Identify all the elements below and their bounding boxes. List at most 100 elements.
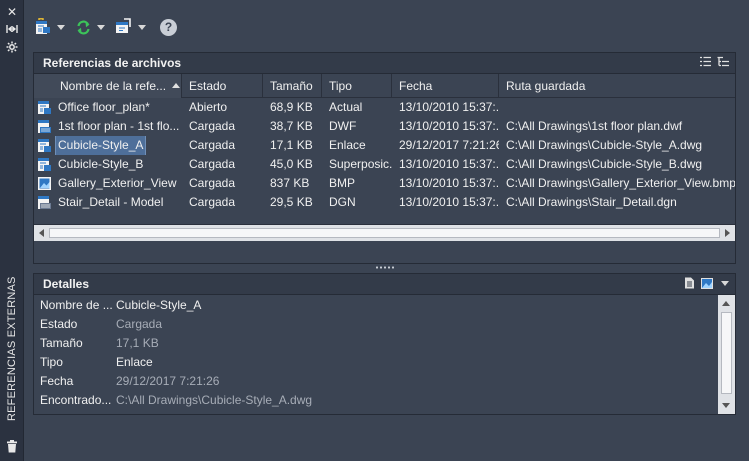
details-value: C:\All Drawings\Cubicle-Style_A.dwg	[116, 392, 313, 407]
table-row[interactable]: Cubicle-Style_A Cargada 17,1 KB Enlace 29/12…	[34, 136, 735, 155]
cell-size: 29,5 KB	[270, 195, 313, 209]
table-row[interactable]: 1st floor plan - 1st flo... Cargada 38,7 K…	[34, 117, 735, 136]
details-label: Fecha	[40, 373, 74, 388]
reference-name: Cubicle-Style_A	[54, 136, 147, 155]
column-date-label: Fecha	[399, 79, 433, 93]
dwg-icon	[37, 100, 52, 115]
cell-name: Stair_Detail - Model	[34, 193, 182, 212]
refresh-icon	[77, 20, 90, 34]
column-status-label: Estado	[189, 79, 227, 93]
palette-title-text: REFERENCIAS EXTERNAS	[6, 276, 18, 421]
preview-view-icon[interactable]	[701, 277, 713, 289]
cell-path: C:\All Drawings\Stair_Detail.dgn	[506, 195, 677, 209]
scroll-right-arrow[interactable]	[725, 229, 730, 237]
details-value: 17,1 KB	[116, 335, 159, 350]
file-references-list: Office floor_plan* Abierto 68,9 KB Actual 13…	[34, 98, 735, 241]
close-icon[interactable]: ✕	[4, 5, 20, 19]
horizontal-scroll-thumb[interactable]	[49, 228, 720, 238]
vertical-scrollbar[interactable]	[718, 295, 735, 414]
palette-side-bar: ✕ REFERENCIAS EXTERNAS	[0, 0, 24, 461]
refresh-dropdown-caret[interactable]	[97, 24, 105, 30]
cell-status: Cargada	[189, 176, 236, 190]
column-name[interactable]: Nombre de la refe...	[34, 74, 182, 98]
cell-type: Superposic...	[329, 157, 392, 171]
cell-size: 837 KB	[270, 176, 310, 190]
cell-size: 45,0 KB	[270, 157, 313, 171]
attach-dwg-icon	[36, 18, 50, 34]
cell-date: 13/10/2010 15:37:...	[399, 157, 499, 171]
reference-name: Gallery_Exterior_View	[58, 176, 177, 190]
reference-name: Office floor_plan*	[58, 100, 150, 114]
column-size-label: Tamaño	[270, 79, 313, 93]
change-path-button[interactable]	[113, 15, 148, 39]
dgn-icon	[37, 195, 52, 210]
list-view-icon[interactable]	[700, 56, 711, 67]
column-date[interactable]: Fecha	[392, 74, 499, 98]
cell-type: DWF	[329, 119, 357, 133]
details-title: Detalles	[43, 277, 90, 291]
cell-path: C:\All Drawings\1st floor plan.dwf	[506, 119, 683, 133]
cell-name: 1st floor plan - 1st flo...	[34, 117, 182, 136]
attach-dwg-button[interactable]	[32, 15, 67, 39]
autohide-icon[interactable]	[4, 23, 20, 37]
details-label: Encontrado...	[40, 392, 112, 407]
cell-name: Cubicle-Style_B	[34, 155, 182, 174]
details-panel: Detalles Nombre de ... Cubicle-Style_A Est…	[33, 273, 736, 415]
details-dropdown-caret[interactable]	[721, 280, 729, 286]
palette-title: REFERENCIAS EXTERNAS	[2, 253, 22, 433]
column-status[interactable]: Estado	[182, 74, 263, 98]
scroll-up-arrow[interactable]	[722, 301, 730, 306]
cell-date: 13/10/2010 15:37:...	[399, 176, 499, 190]
cell-status: Cargada	[189, 119, 236, 133]
properties-gear-icon[interactable]	[4, 41, 20, 55]
details-row: Nombre de ... Cubicle-Style_A	[34, 295, 735, 314]
details-value: Cargada	[116, 316, 163, 331]
cell-date: 13/10/2010 15:37:...	[399, 119, 499, 133]
details-label: Estado	[40, 316, 78, 331]
cell-path: C:\All Drawings\Cubicle-Style_B.dwg	[506, 157, 703, 171]
table-row[interactable]: Office floor_plan* Abierto 68,9 KB Actual 13…	[34, 98, 735, 117]
cell-type: DGN	[329, 195, 356, 209]
toolbar: ?	[32, 14, 177, 40]
change-path-dropdown-caret[interactable]	[138, 24, 146, 30]
cell-status: Cargada	[189, 157, 236, 171]
scroll-down-arrow[interactable]	[722, 403, 730, 408]
column-type-label: Tipo	[329, 79, 352, 93]
table-row[interactable]: Cubicle-Style_B Cargada 45,0 KB Superposic.…	[34, 155, 735, 174]
column-saved-path[interactable]: Ruta guardada	[499, 74, 735, 98]
details-label: Nombre de ...	[40, 297, 113, 312]
cell-name: Office floor_plan*	[34, 98, 182, 117]
cell-date: 13/10/2010 15:37:...	[399, 195, 499, 209]
file-references-header: Referencias de archivos	[34, 53, 735, 74]
scroll-left-arrow[interactable]	[39, 229, 44, 237]
column-saved-path-label: Ruta guardada	[506, 79, 586, 93]
details-row: Fecha 29/12/2017 7:21:26	[34, 371, 735, 390]
file-references-title: Referencias de archivos	[43, 56, 182, 70]
cell-type: Actual	[329, 100, 363, 114]
details-value: Cubicle-Style_A	[116, 297, 202, 312]
tree-view-icon[interactable]	[717, 56, 729, 67]
sort-ascending-icon	[172, 83, 181, 88]
vertical-scroll-thumb[interactable]	[721, 312, 732, 394]
help-icon[interactable]: ?	[160, 18, 177, 36]
column-size[interactable]: Tamaño	[263, 74, 322, 98]
cell-size: 38,7 KB	[270, 119, 313, 133]
column-type[interactable]: Tipo	[322, 74, 392, 98]
refresh-button[interactable]	[73, 15, 107, 39]
horizontal-scrollbar[interactable]	[34, 224, 735, 241]
details-list: Nombre de ... Cubicle-Style_A Estado Cargad…	[34, 295, 735, 414]
splitter-grip[interactable]	[375, 266, 395, 269]
cell-size: 68,9 KB	[270, 100, 313, 114]
cell-status: Abierto	[189, 100, 228, 114]
table-row[interactable]: Gallery_Exterior_View Cargada 837 KB BMP 13/…	[34, 174, 735, 193]
trash-icon[interactable]	[4, 440, 20, 454]
attach-dropdown-caret[interactable]	[57, 24, 65, 30]
details-view-icon[interactable]	[684, 277, 695, 289]
dwf-icon	[37, 119, 52, 134]
panel-splitter[interactable]	[33, 264, 736, 272]
column-header-row: Nombre de la refe... Estado Tamaño Tipo …	[34, 74, 735, 98]
cell-status: Cargada	[189, 138, 236, 152]
details-row: Tipo Enlace	[34, 352, 735, 371]
table-row[interactable]: Stair_Detail - Model Cargada 29,5 KB DGN 13/…	[34, 193, 735, 212]
cell-date: 29/12/2017 7:21:26	[399, 138, 499, 152]
